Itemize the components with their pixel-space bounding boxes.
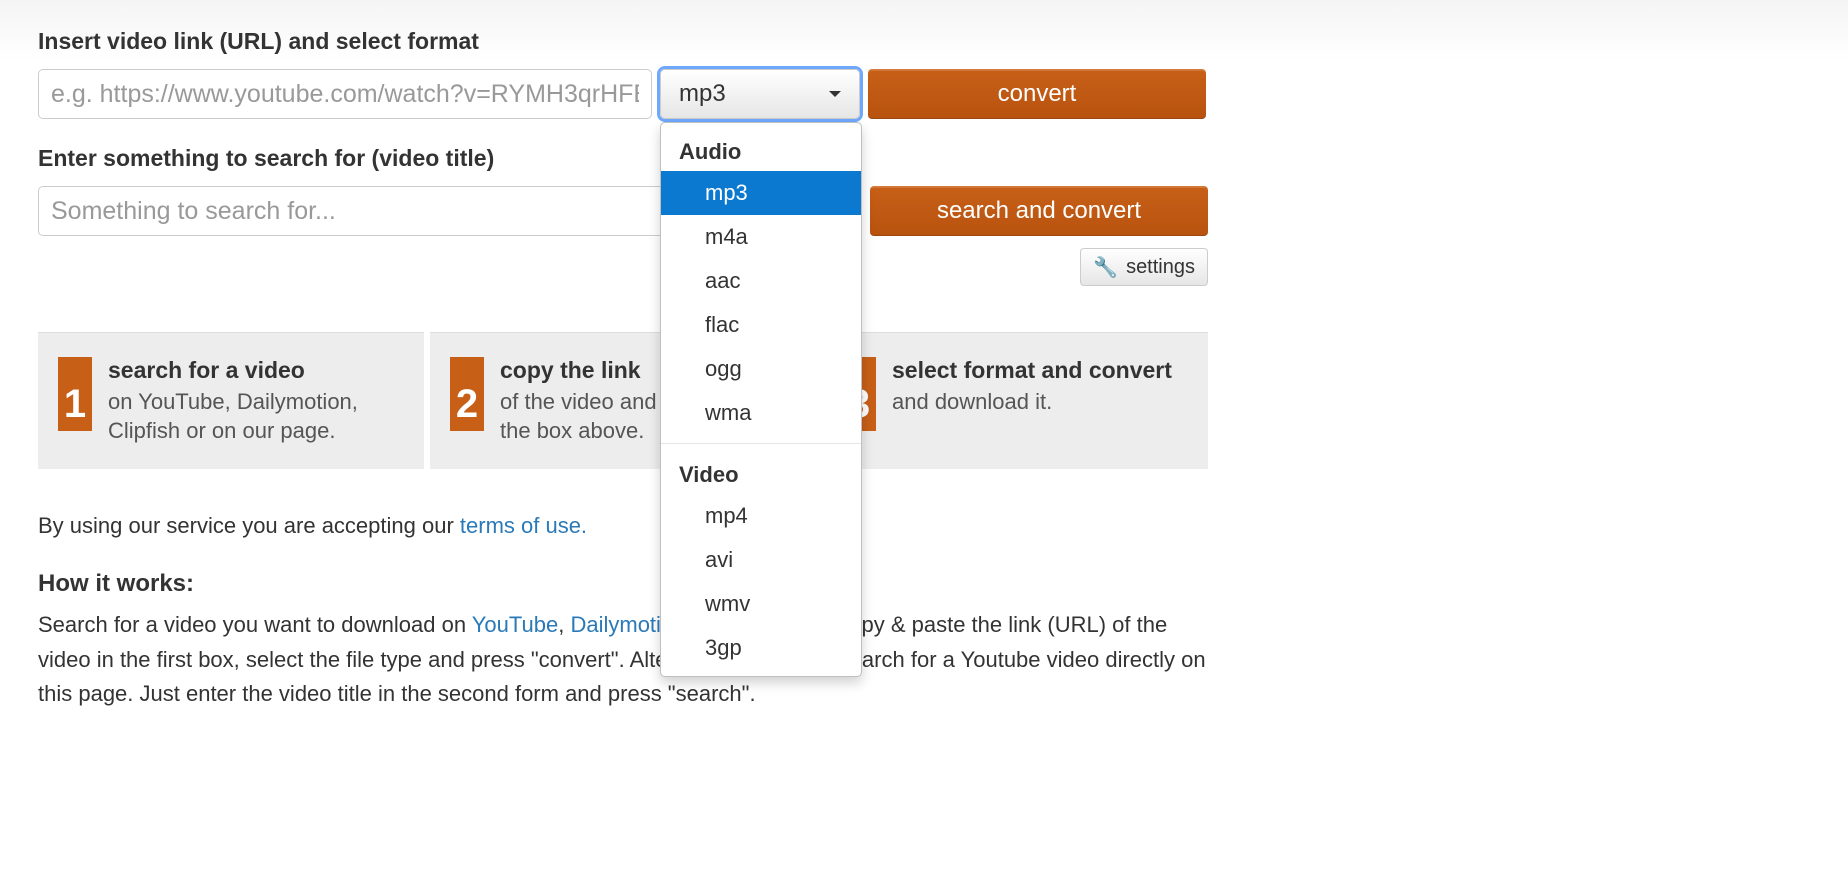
format-selected-label: mp3 — [679, 80, 726, 108]
how-it-works-body: Search for a video you want to download … — [38, 608, 1208, 710]
steps-row: 1 search for a video on YouTube, Dailymo… — [38, 332, 1208, 469]
step-number: 2 — [450, 357, 484, 431]
step-title: select format and convert — [892, 357, 1172, 384]
url-input[interactable] — [38, 69, 652, 119]
settings-button[interactable]: 🔧 settings — [1080, 248, 1208, 286]
settings-row: 🔧 settings — [38, 248, 1208, 286]
search-row: search and convert — [38, 186, 1810, 236]
step-title: search for a video — [108, 357, 404, 384]
step-3: 3 select format and convert and download… — [822, 332, 1208, 469]
step-desc: and download it. — [892, 388, 1172, 417]
dropdown-group-audio: Audio — [661, 129, 861, 171]
step-1: 1 search for a video on YouTube, Dailymo… — [38, 332, 424, 469]
format-option-m4a[interactable]: m4a — [661, 215, 861, 259]
url-label: Insert video link (URL) and select forma… — [38, 28, 1810, 55]
footer-text: By using our service you are accepting o… — [38, 509, 1208, 711]
url-row: mp3 convert Audio mp3 m4a aac flac ogg w… — [38, 69, 1810, 119]
youtube-link[interactable]: YouTube — [472, 612, 558, 637]
format-option-wmv[interactable]: wmv — [661, 582, 861, 626]
search-group: Enter something to search for (video tit… — [38, 145, 1810, 286]
step-number: 1 — [58, 357, 92, 431]
format-option-avi[interactable]: avi — [661, 538, 861, 582]
format-dropdown: Audio mp3 m4a aac flac ogg wma Video mp4… — [660, 122, 862, 677]
dropdown-separator — [661, 443, 861, 444]
format-option-mp3[interactable]: mp3 — [661, 171, 861, 215]
chevron-down-icon — [829, 91, 841, 97]
format-option-aac[interactable]: aac — [661, 259, 861, 303]
wrench-icon: 🔧 — [1093, 255, 1118, 280]
search-convert-button[interactable]: search and convert — [870, 186, 1208, 236]
format-option-flac[interactable]: flac — [661, 303, 861, 347]
format-option-mp4[interactable]: mp4 — [661, 494, 861, 538]
search-label: Enter something to search for (video tit… — [38, 145, 1810, 172]
how-it-works-title: How it works: — [38, 565, 1208, 602]
terms-link[interactable]: terms of use. — [460, 513, 587, 538]
step-desc: on YouTube, Dailymotion, Clipfish or on … — [108, 388, 404, 445]
format-select[interactable]: mp3 — [660, 69, 860, 119]
convert-button[interactable]: convert — [868, 69, 1206, 119]
format-option-3gp[interactable]: 3gp — [661, 626, 861, 670]
format-option-ogg[interactable]: ogg — [661, 347, 861, 391]
settings-button-label: settings — [1126, 256, 1195, 279]
format-option-wma[interactable]: wma — [661, 391, 861, 435]
url-group: Insert video link (URL) and select forma… — [38, 28, 1810, 119]
terms-line: By using our service you are accepting o… — [38, 509, 1208, 543]
dropdown-group-video: Video — [661, 452, 861, 494]
